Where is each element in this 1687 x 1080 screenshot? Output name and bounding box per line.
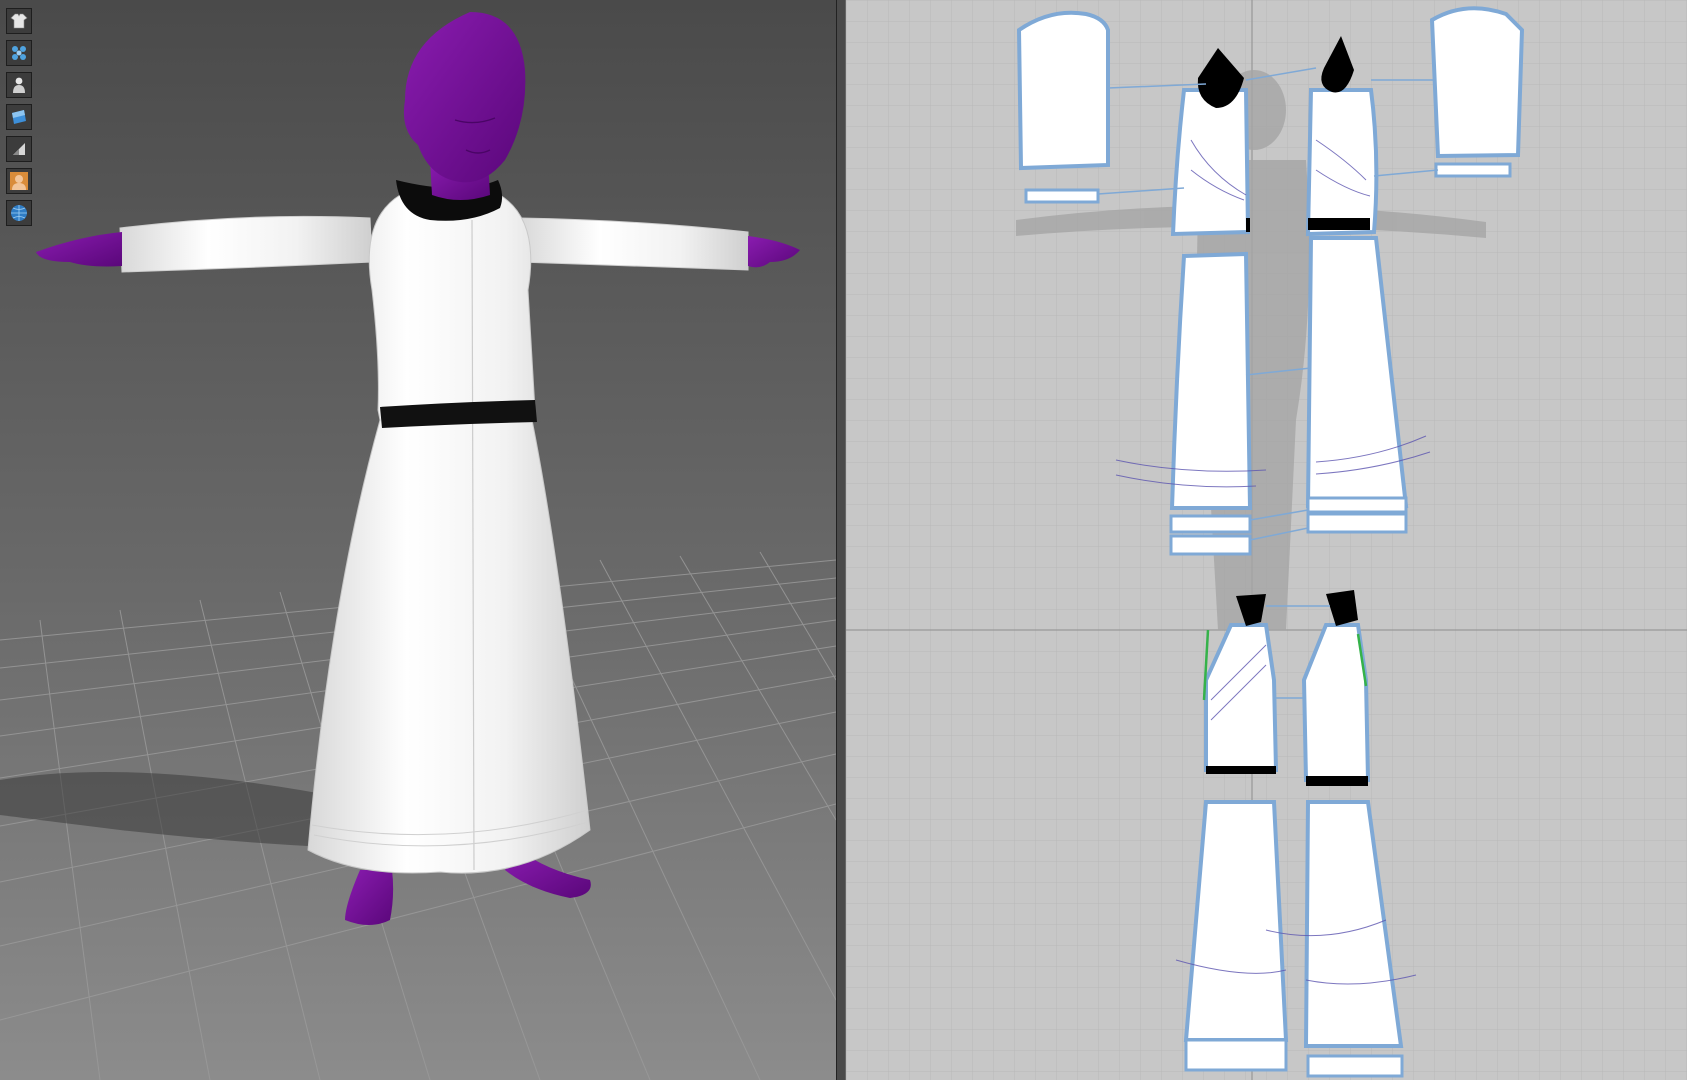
pattern-lining-front-band[interactable] <box>1206 766 1276 774</box>
app-window <box>0 0 1687 1080</box>
pattern-sleeve-left[interactable] <box>1016 10 1110 171</box>
particle-display-button[interactable] <box>6 40 32 66</box>
avatar-display-button[interactable] <box>6 72 32 98</box>
pattern-back-waistband[interactable] <box>1308 218 1370 230</box>
pattern-front-bodice[interactable] <box>1170 88 1251 237</box>
particle-icon <box>12 46 26 60</box>
pattern-back-hem-band-2[interactable] <box>1306 512 1408 534</box>
pattern-lining-hem-front[interactable] <box>1184 1038 1288 1072</box>
pattern-lining-hem-back[interactable] <box>1306 1054 1404 1078</box>
avatar-face-button[interactable] <box>6 168 32 194</box>
pattern-cuff-left[interactable] <box>1024 188 1100 204</box>
pattern-front-waist-mark <box>1246 218 1250 232</box>
2d-pattern-viewport[interactable] <box>846 0 1687 1080</box>
fabric-display-button[interactable] <box>6 104 32 130</box>
pattern-back-hem-band-1[interactable] <box>1306 496 1408 514</box>
pattern-front-hem-band-1[interactable] <box>1169 514 1252 534</box>
pin-icon <box>13 143 25 155</box>
pattern-lining-skirt-front[interactable] <box>1183 800 1289 1042</box>
environment-button[interactable] <box>6 200 32 226</box>
garment-display-button[interactable] <box>6 8 32 34</box>
avatar-icon <box>13 77 25 93</box>
pattern-sleeve-right[interactable] <box>1429 6 1525 159</box>
fabric-icon <box>12 110 26 124</box>
pattern-front-hem-band-2[interactable] <box>1169 534 1252 556</box>
pattern-canvas <box>846 0 1687 1080</box>
pattern-cuff-right[interactable] <box>1434 162 1512 178</box>
avatar-face-icon <box>10 172 28 190</box>
3d-viewport[interactable] <box>0 0 836 1080</box>
viewport-divider[interactable] <box>836 0 846 1080</box>
viewport-toolbar <box>6 8 32 226</box>
3d-scene <box>0 0 836 1080</box>
pattern-lining-back-band[interactable] <box>1306 776 1368 786</box>
garment-icon <box>10 13 28 29</box>
pin-display-button[interactable] <box>6 136 32 162</box>
globe-icon <box>11 205 27 221</box>
pattern-back-bodice[interactable] <box>1305 88 1379 237</box>
left-sleeve <box>119 215 373 273</box>
